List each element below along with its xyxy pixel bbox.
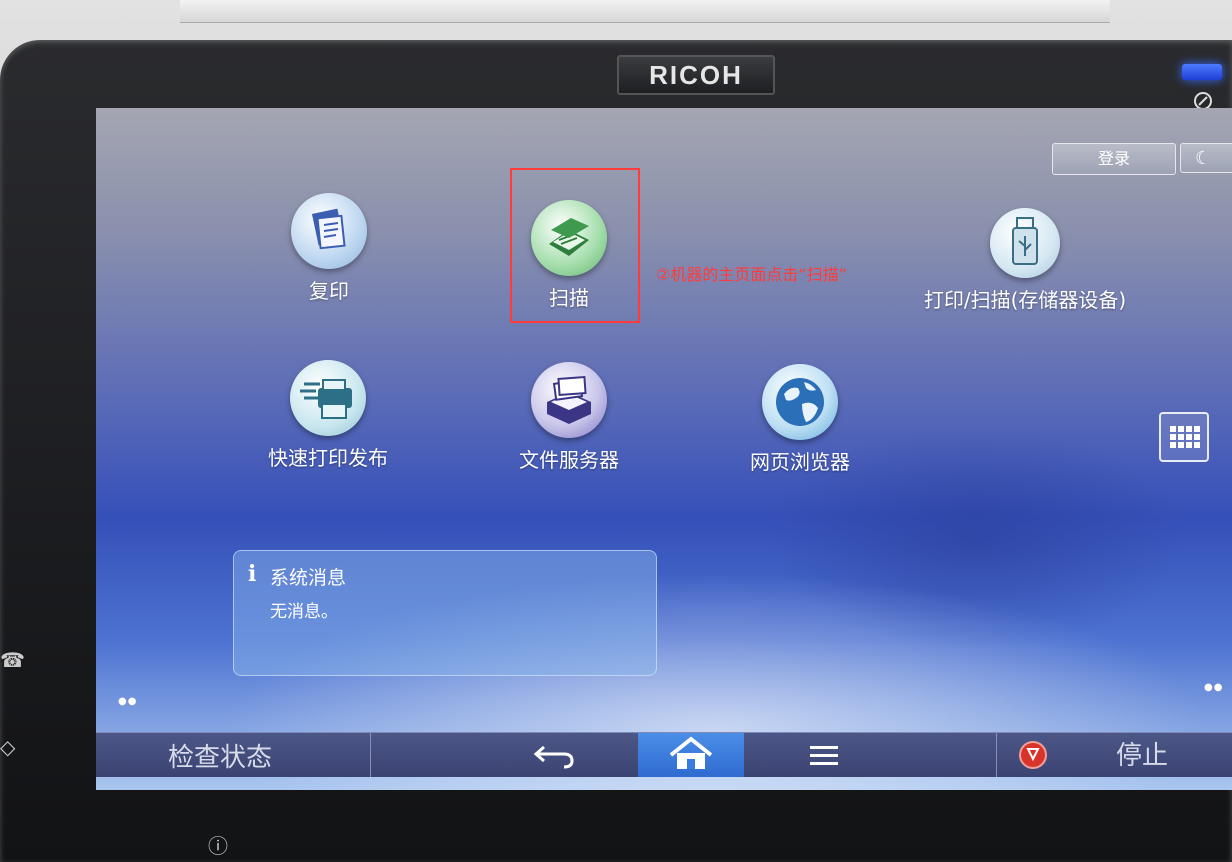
- annotation-highlight-box: [510, 168, 640, 323]
- app-copy[interactable]: 复印: [274, 193, 384, 304]
- usb-icon: [990, 208, 1060, 278]
- stop-icon[interactable]: [1018, 740, 1048, 770]
- annotation-text: ②机器的主页面点击“扫描”: [656, 265, 847, 284]
- app-storage-device[interactable]: 打印/扫描(存储器设备): [910, 208, 1140, 313]
- info-icon: i: [248, 561, 257, 587]
- home-icon: [669, 736, 713, 769]
- app-web-browser[interactable]: 网页浏览器: [732, 364, 868, 475]
- app-web-browser-label: 网页浏览器: [750, 450, 850, 474]
- app-document-server-label: 文件服务器: [519, 448, 619, 472]
- system-message-title: 系统消息: [270, 567, 347, 589]
- app-list-grid-icon[interactable]: [1159, 412, 1209, 462]
- divider: [370, 733, 371, 777]
- brand-logo: RICOH: [617, 55, 775, 95]
- document-server-icon: [531, 362, 607, 438]
- system-message-body: 无消息。: [270, 602, 338, 622]
- app-document-server[interactable]: 文件服务器: [498, 362, 640, 473]
- device-top-panel: [180, 0, 1110, 23]
- app-quick-print-release-label: 快速打印发布: [268, 446, 388, 470]
- info-key-icon[interactable]: ⓘ: [208, 830, 228, 859]
- app-quick-print-release[interactable]: 快速打印发布: [253, 360, 403, 471]
- fax-icon[interactable]: ☎: [0, 648, 25, 672]
- globe-icon: [762, 364, 838, 440]
- login-button[interactable]: 登录: [1052, 143, 1176, 175]
- page-indicator-right: ●●: [1204, 682, 1224, 693]
- quick-print-icon: [290, 360, 366, 436]
- app-storage-device-label: 打印/扫描(存储器设备): [923, 288, 1127, 312]
- stop-button[interactable]: 停止: [1116, 735, 1168, 772]
- touch-screen: 登录 ☾ 复印 扫描 打印/扫描(存储器设备) 快速打印发布 文件服务器 网页浏…: [96, 108, 1232, 790]
- menu-icon[interactable]: [804, 741, 844, 771]
- app-copy-label: 复印: [309, 279, 349, 303]
- data-in-icon: ◇: [0, 735, 16, 759]
- power-indicator-light: [1182, 64, 1222, 80]
- system-message-panel: i 系统消息 无消息。: [233, 550, 657, 676]
- bottom-navigation-bar: 检查状态 停止: [96, 732, 1232, 777]
- home-button[interactable]: [638, 733, 744, 777]
- check-status-button[interactable]: 检查状态: [168, 737, 272, 774]
- page-indicator-left: ●●: [118, 696, 138, 707]
- copy-icon: [291, 193, 367, 269]
- divider: [996, 733, 997, 777]
- back-arrow-icon[interactable]: [526, 739, 586, 771]
- sleep-button[interactable]: ☾: [1180, 143, 1232, 173]
